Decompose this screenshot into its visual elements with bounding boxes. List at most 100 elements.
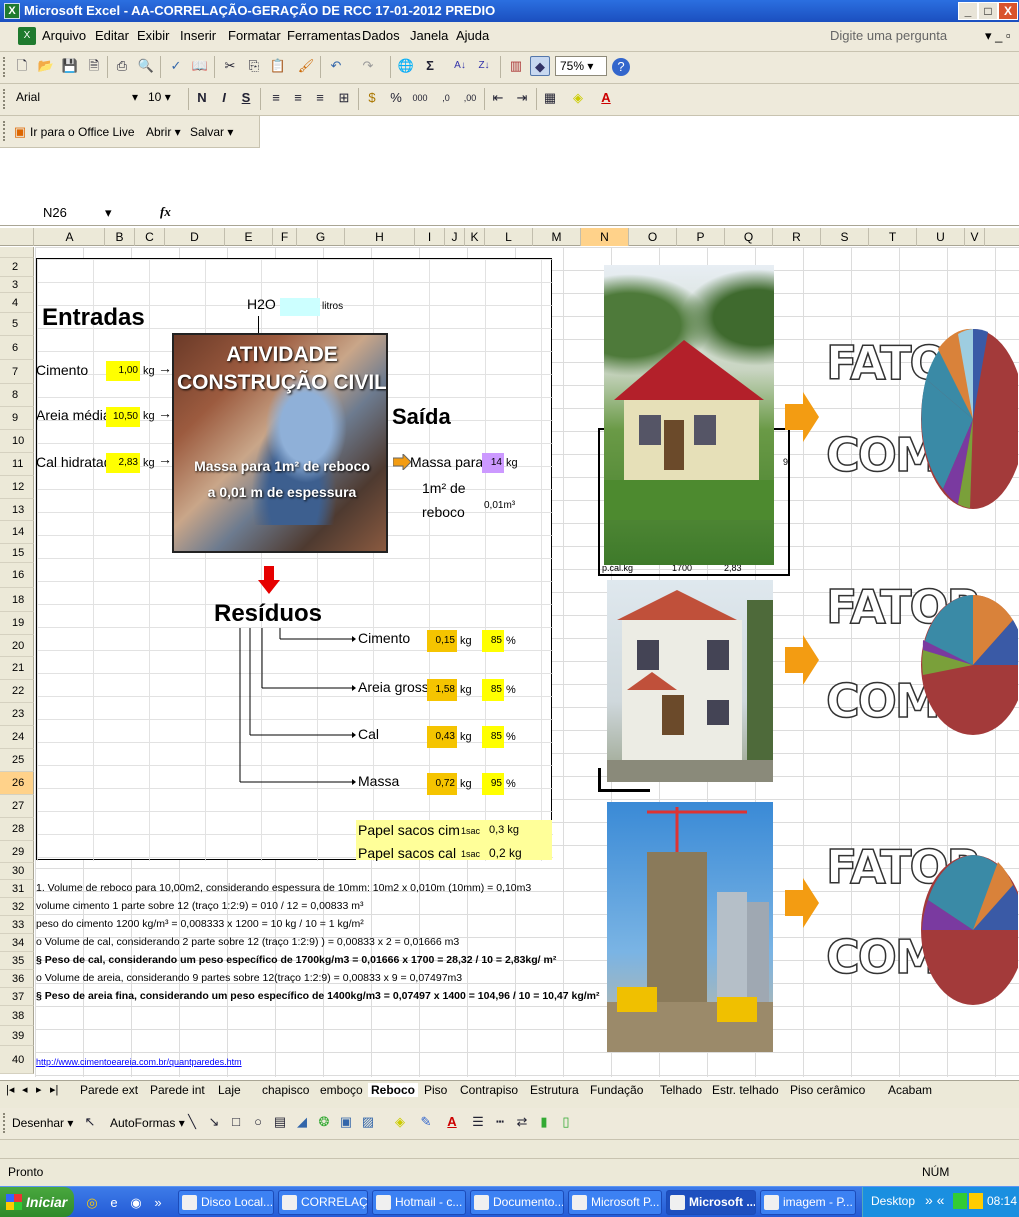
autoshapes-button[interactable]: AutoFormas ▾: [110, 1116, 185, 1130]
undo-icon[interactable]: ↶: [326, 56, 346, 76]
print-preview-icon[interactable]: 🔍: [136, 56, 156, 76]
clipart-icon[interactable]: ▣: [336, 1112, 356, 1132]
increase-indent-icon[interactable]: ⇥: [512, 88, 532, 108]
h2o-value[interactable]: [280, 298, 320, 316]
column-header-b[interactable]: B: [105, 228, 135, 246]
font-color-icon[interactable]: A: [596, 88, 616, 108]
tab-nav-next-icon[interactable]: ▸: [36, 1083, 42, 1096]
tab-reboco[interactable]: Reboco: [368, 1083, 419, 1097]
fill-color-icon[interactable]: ◈: [568, 88, 588, 108]
column-header-t[interactable]: T: [869, 228, 917, 246]
shadow-icon[interactable]: ▮: [534, 1112, 554, 1132]
thousands-icon[interactable]: 000: [410, 88, 430, 108]
row-header-4[interactable]: 4: [0, 293, 34, 313]
help-search-input[interactable]: Digite uma pergunta: [830, 28, 947, 43]
chevron-down-icon[interactable]: ▾ _ ▫: [985, 28, 1011, 44]
tab-acabam[interactable]: Acabam: [888, 1083, 932, 1097]
align-left-icon[interactable]: ≡: [266, 88, 286, 108]
row-header-30[interactable]: 30: [0, 863, 34, 880]
row-header-26[interactable]: 26: [0, 772, 34, 795]
percent-icon[interactable]: %: [386, 88, 406, 108]
ie-icon[interactable]: e: [104, 1193, 124, 1213]
residuo-value[interactable]: 0,72: [427, 773, 457, 795]
taskbar-button[interactable]: Microsoft ...: [666, 1190, 756, 1215]
restore-button[interactable]: □: [978, 2, 998, 20]
row-header-12[interactable]: 12: [0, 476, 34, 499]
tab-nav-first-icon[interactable]: |◂: [6, 1083, 14, 1096]
draw-menu-button[interactable]: Desenhar ▾: [12, 1116, 73, 1130]
office-live-button[interactable]: Ir para o Office Live: [30, 125, 135, 139]
font-color-icon[interactable]: A: [442, 1112, 462, 1132]
reference-link[interactable]: http://www.cimentoeareia.com.br/quantpar…: [36, 1057, 242, 1067]
select-objects-icon[interactable]: ↖: [80, 1112, 100, 1132]
row-header-39[interactable]: 39: [0, 1026, 34, 1046]
column-header-o[interactable]: O: [629, 228, 677, 246]
align-right-icon[interactable]: ≡: [310, 88, 330, 108]
column-header-q[interactable]: Q: [725, 228, 773, 246]
new-icon[interactable]: 🗋: [12, 56, 32, 76]
menu-inserir[interactable]: Inserir: [180, 28, 216, 43]
media-icon[interactable]: ◉: [126, 1193, 146, 1213]
3d-icon[interactable]: ▯: [556, 1112, 576, 1132]
residuo-value[interactable]: 0,15: [427, 630, 457, 652]
activity-photo[interactable]: ATIVIDADE CONSTRUÇÃO CIVIL Massa para 1m…: [172, 333, 388, 553]
italic-button[interactable]: I: [214, 88, 234, 108]
row-header-35[interactable]: 35: [0, 952, 34, 970]
toolbar-grip[interactable]: [3, 89, 6, 109]
cut-icon[interactable]: ✂: [220, 56, 240, 76]
quicklaunch-icon[interactable]: ◎: [82, 1193, 102, 1213]
row-header-34[interactable]: 34: [0, 934, 34, 952]
pie-chart-2[interactable]: [918, 590, 1018, 740]
save-icon[interactable]: 💾: [60, 56, 80, 76]
paste-icon[interactable]: 📋: [268, 56, 288, 76]
select-all-corner[interactable]: [0, 228, 34, 246]
arrow-style-icon[interactable]: ⇄: [512, 1112, 532, 1132]
row-header-top[interactable]: [0, 247, 34, 258]
fill-color-icon[interactable]: ◈: [390, 1112, 410, 1132]
open-icon[interactable]: 📂: [36, 56, 56, 76]
tab-piso[interactable]: Piso: [424, 1083, 447, 1097]
diagram-icon[interactable]: ❂: [314, 1112, 334, 1132]
tab-estr-telhado[interactable]: Estr. telhado: [712, 1083, 779, 1097]
menu-exibir[interactable]: Exibir: [137, 28, 170, 43]
picture-icon[interactable]: ▨: [358, 1112, 378, 1132]
papel-cim-value[interactable]: 0,3 kg: [489, 824, 519, 836]
tab-parede-int[interactable]: Parede int: [150, 1083, 205, 1097]
row-header-25[interactable]: 25: [0, 749, 34, 772]
row-header-38[interactable]: 38: [0, 1006, 34, 1026]
pie-chart-1[interactable]: [918, 324, 1018, 514]
tab-estrutura[interactable]: Estrutura: [530, 1083, 579, 1097]
column-header-u[interactable]: U: [917, 228, 965, 246]
row-header-9[interactable]: 9: [0, 407, 34, 430]
toolbar-grip[interactable]: [3, 1113, 6, 1133]
fx-icon[interactable]: fx: [160, 204, 171, 220]
residuo-percent[interactable]: 85: [482, 726, 504, 748]
column-header-l[interactable]: L: [485, 228, 533, 246]
tab-embo-o[interactable]: emboço: [320, 1083, 363, 1097]
pie-chart-3[interactable]: [918, 850, 1018, 1010]
column-header-r[interactable]: R: [773, 228, 821, 246]
areia-value[interactable]: 10,50: [106, 407, 140, 427]
row-header-13[interactable]: 13: [0, 499, 34, 521]
menu-janela[interactable]: Janela: [410, 28, 448, 43]
redo-icon[interactable]: ↷: [358, 56, 378, 76]
decrease-indent-icon[interactable]: ⇤: [488, 88, 508, 108]
toolbar-grip[interactable]: [3, 57, 6, 77]
borders-icon[interactable]: ▦: [540, 88, 560, 108]
expand-icon[interactable]: » «: [925, 1192, 944, 1208]
tab-parede-ext[interactable]: Parede ext: [80, 1083, 138, 1097]
papel-cal-value[interactable]: 0,2 kg: [489, 846, 522, 860]
papel-cim-qty[interactable]: 1sac: [461, 826, 480, 836]
row-header-23[interactable]: 23: [0, 703, 34, 726]
column-header-c[interactable]: C: [135, 228, 165, 246]
row-header-2[interactable]: 2: [0, 258, 34, 277]
wordart-icon[interactable]: ◢: [292, 1112, 312, 1132]
network-icon[interactable]: [953, 1193, 967, 1209]
column-header-k[interactable]: K: [465, 228, 485, 246]
menu-arquivo[interactable]: Arquivo: [42, 28, 86, 43]
row-header-8[interactable]: 8: [0, 384, 34, 407]
tab-contrapiso[interactable]: Contrapiso: [460, 1083, 518, 1097]
oval-icon[interactable]: ○: [248, 1112, 268, 1132]
row-header-5[interactable]: 5: [0, 313, 34, 336]
column-header-g[interactable]: G: [297, 228, 345, 246]
